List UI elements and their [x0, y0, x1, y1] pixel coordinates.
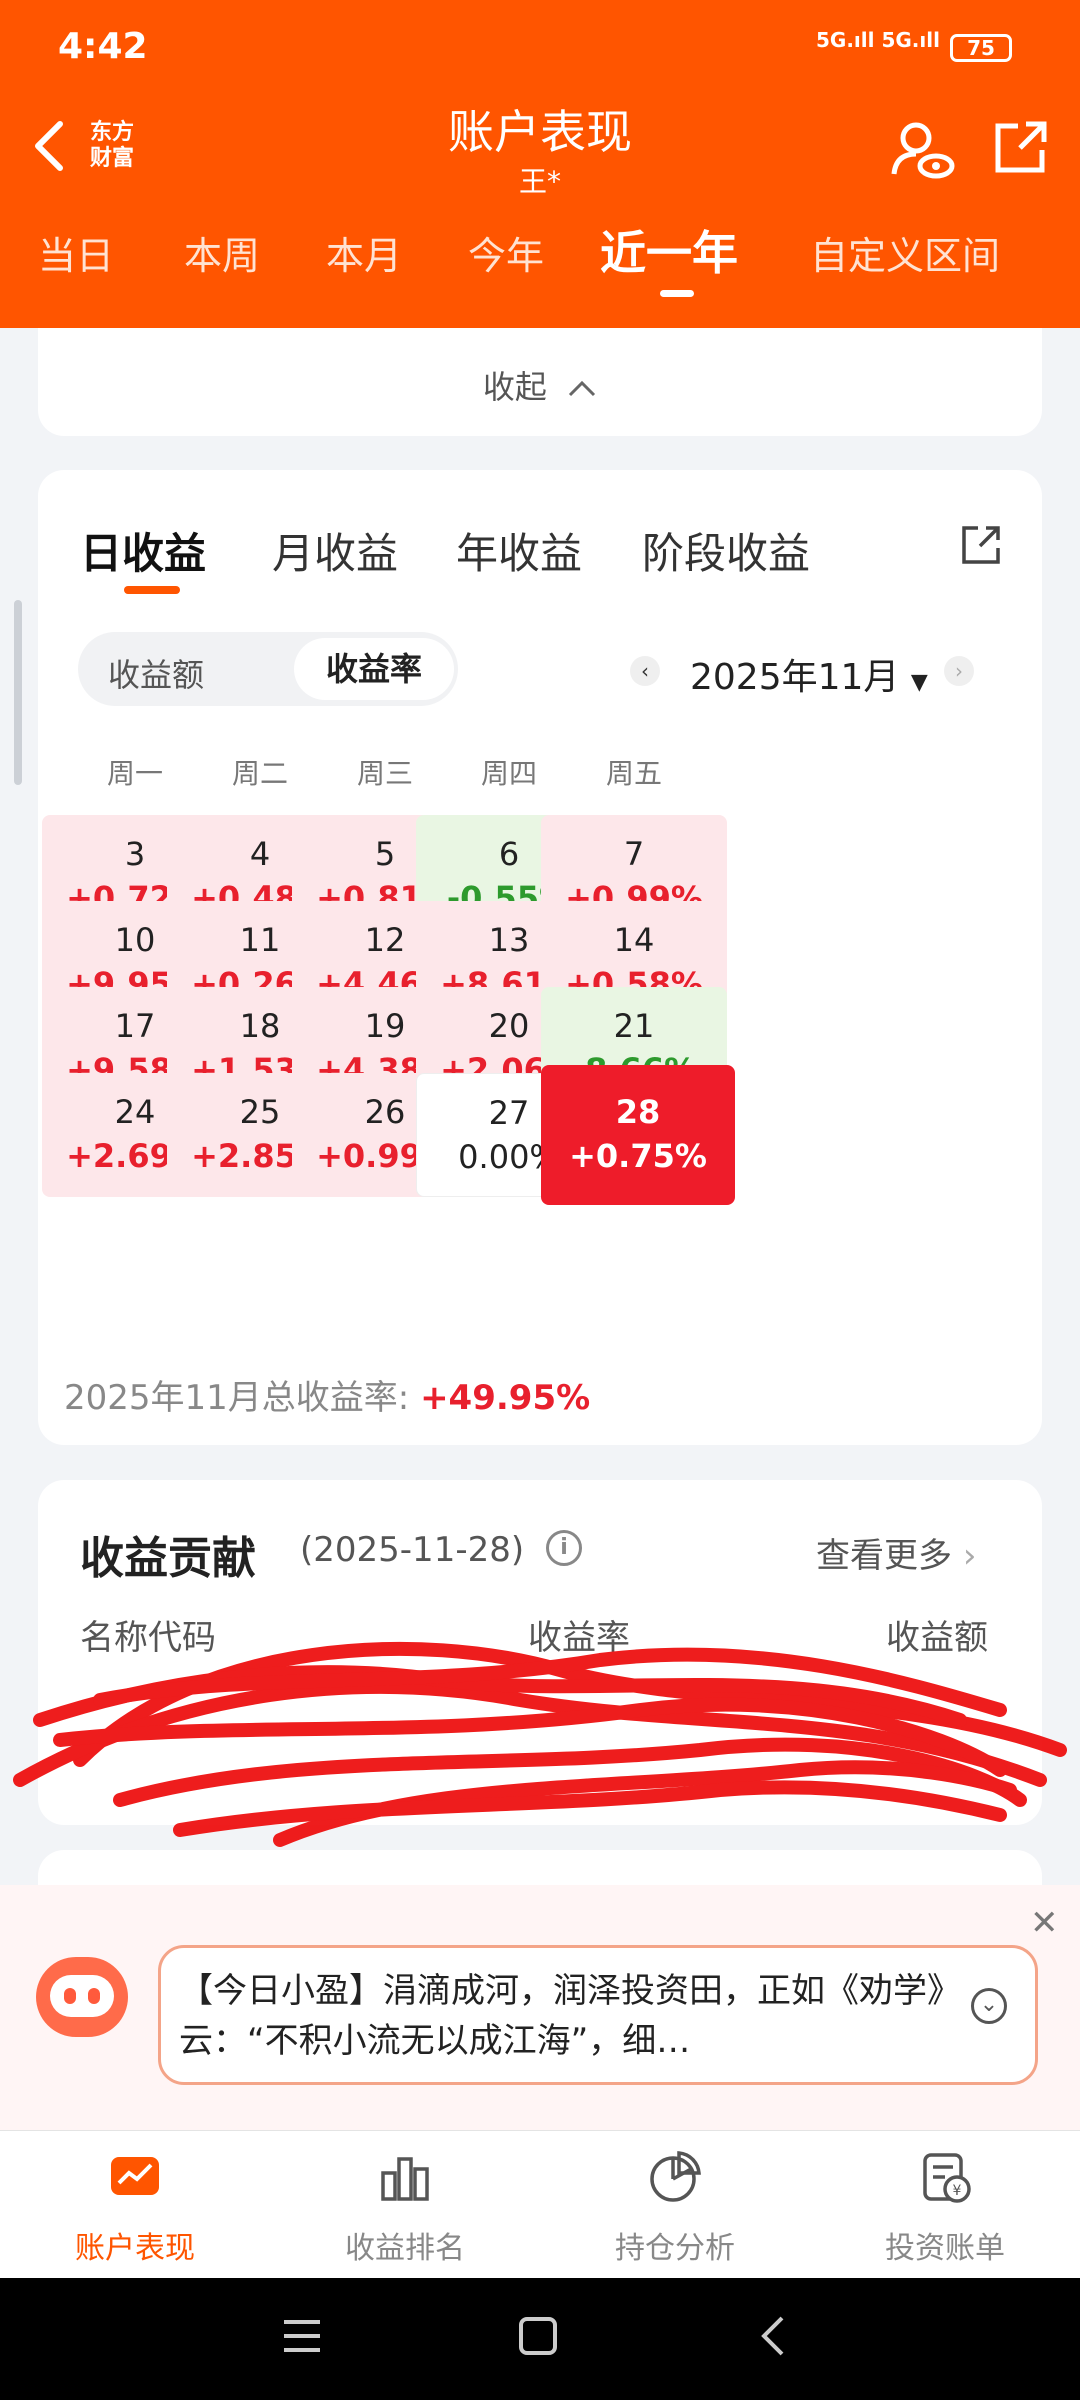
tip-bubble[interactable]: 【今日小盈】涓滴成河，润泽投资田，正如《劝学》云：“不积小流无以成江海”，细… …	[158, 1945, 1038, 2085]
toggle-amount[interactable]: 收益额	[108, 650, 204, 696]
user-eye-icon	[891, 122, 955, 179]
chevron-down-icon[interactable]: ⌄	[971, 1988, 1007, 2024]
total-value: +49.95%	[420, 1378, 591, 1418]
collapse-button[interactable]: 收起	[38, 362, 1042, 408]
period-tabs: 当日 本周 本月 今年 近一年 自定义区间	[0, 225, 1080, 295]
robot-face-icon	[50, 1975, 114, 2017]
scrollbar[interactable]	[14, 600, 22, 785]
tab-month[interactable]: 本月	[326, 225, 402, 280]
back-icon[interactable]	[752, 2314, 796, 2358]
day-return-pct: +0.75%	[569, 1137, 707, 1175]
toggle-rate[interactable]: 收益率	[294, 638, 454, 700]
prev-month-button[interactable]: ‹	[630, 656, 660, 686]
home-icon[interactable]	[516, 2314, 560, 2358]
tab-yearly-return[interactable]: 年收益	[456, 520, 582, 581]
assistant-banner: 【今日小盈】涓滴成河，润泽投资田，正如《劝学》云：“不积小流无以成江海”，细… …	[0, 1885, 1080, 2130]
nav-label: 收益排名	[345, 2231, 465, 2266]
day-number: 28	[615, 1093, 661, 1131]
metric-toggle: 收益额 收益率	[78, 632, 458, 706]
chevron-right-icon: ›	[962, 1536, 977, 1576]
tip-text: 【今日小盈】涓滴成河，润泽投资田，正如《劝学》云：“不积小流无以成江海”，细…	[179, 1971, 944, 2061]
month-selector[interactable]: 2025年11月 ▼	[690, 648, 928, 700]
day-number: 7	[623, 835, 645, 873]
nav-label: 持仓分析	[615, 2231, 735, 2266]
svg-text:¥: ¥	[953, 2183, 962, 2199]
robot-eye	[88, 1988, 100, 2004]
nav-account-performance[interactable]: 账户表现	[0, 2131, 270, 2279]
tab-last-year[interactable]: 近一年	[600, 217, 738, 283]
info-icon[interactable]: i	[546, 1530, 582, 1566]
next-month-button[interactable]: ›	[944, 656, 974, 686]
weekday-label: 周五	[605, 757, 662, 790]
tab-indicator	[660, 290, 694, 297]
menu-icon[interactable]	[280, 2314, 324, 2358]
contribution-date: (2025-11-28)	[300, 1530, 525, 1570]
robot-eye	[64, 1988, 76, 2004]
close-icon[interactable]: ✕	[1030, 1903, 1059, 1943]
calendar-day-cell[interactable]: 28 +0.75%	[541, 1065, 735, 1205]
bar-chart-icon	[381, 2157, 429, 2201]
mascot-avatar[interactable]	[36, 1957, 128, 2037]
day-number: 14	[613, 921, 655, 959]
day-number: 21	[613, 1007, 655, 1045]
signal-indicator: 5G.ıll 5G.ıll	[816, 28, 940, 52]
tab-custom-range[interactable]: 自定义区间	[810, 225, 1000, 280]
tab-today[interactable]: 当日	[38, 225, 114, 280]
share-icon	[962, 526, 1000, 564]
month-label: 2025年11月	[690, 657, 900, 698]
export-button[interactable]	[958, 522, 1004, 572]
tab-monthly-return[interactable]: 月收益	[272, 520, 398, 581]
returns-calendar-card: 日收益 月收益 年收益 阶段收益 收益额 收益率 ‹ 2025年11月 ▼ › …	[38, 470, 1042, 1445]
status-time: 4:42	[58, 26, 148, 67]
tab-daily-return[interactable]: 日收益	[80, 520, 206, 581]
bottom-nav: 账户表现 收益排名 持仓分析 ¥ 投资账单	[0, 2130, 1080, 2278]
nav-label: 投资账单	[885, 2231, 1005, 2266]
tab-week[interactable]: 本周	[184, 225, 260, 280]
collapse-label: 收起	[482, 368, 547, 406]
summary-card: 收起	[38, 328, 1042, 436]
nav-return-ranking[interactable]: 收益排名	[270, 2131, 540, 2279]
total-label: 2025年11月总收益率:	[64, 1378, 421, 1418]
nav-label: 账户表现	[75, 2231, 195, 2266]
contribution-title: 收益贡献	[80, 1533, 256, 1584]
share-icon	[995, 121, 1047, 173]
caret-down-icon: ▼	[910, 670, 928, 695]
view-more-label: 查看更多	[816, 1536, 952, 1576]
system-nav-bar	[0, 2278, 1080, 2400]
redaction-scribble	[13, 1641, 1067, 1847]
view-more-link[interactable]: 查看更多 ›	[816, 1528, 976, 1577]
nav-investment-bill[interactable]: ¥ 投资账单	[810, 2131, 1080, 2279]
chevron-up-icon	[569, 380, 596, 397]
tab-period-return[interactable]: 阶段收益	[642, 520, 810, 581]
pie-chart-icon	[650, 2151, 701, 2202]
chart-icon	[111, 2157, 159, 2195]
nav-holdings-analysis[interactable]: 持仓分析	[540, 2131, 810, 2279]
subtab-indicator	[124, 586, 180, 594]
battery-icon: 75	[950, 34, 1012, 62]
month-total-return: 2025年11月总收益率: +49.95%	[64, 1370, 590, 1419]
bill-icon: ¥	[923, 2153, 971, 2203]
tab-year[interactable]: 今年	[468, 225, 544, 280]
share-button[interactable]	[990, 118, 1050, 182]
app-header: 4:42 5G.ıll 5G.ıll 75 东方 财富 账户表现 王* 当日 本…	[0, 0, 1080, 328]
privacy-eye-button[interactable]	[890, 118, 956, 188]
